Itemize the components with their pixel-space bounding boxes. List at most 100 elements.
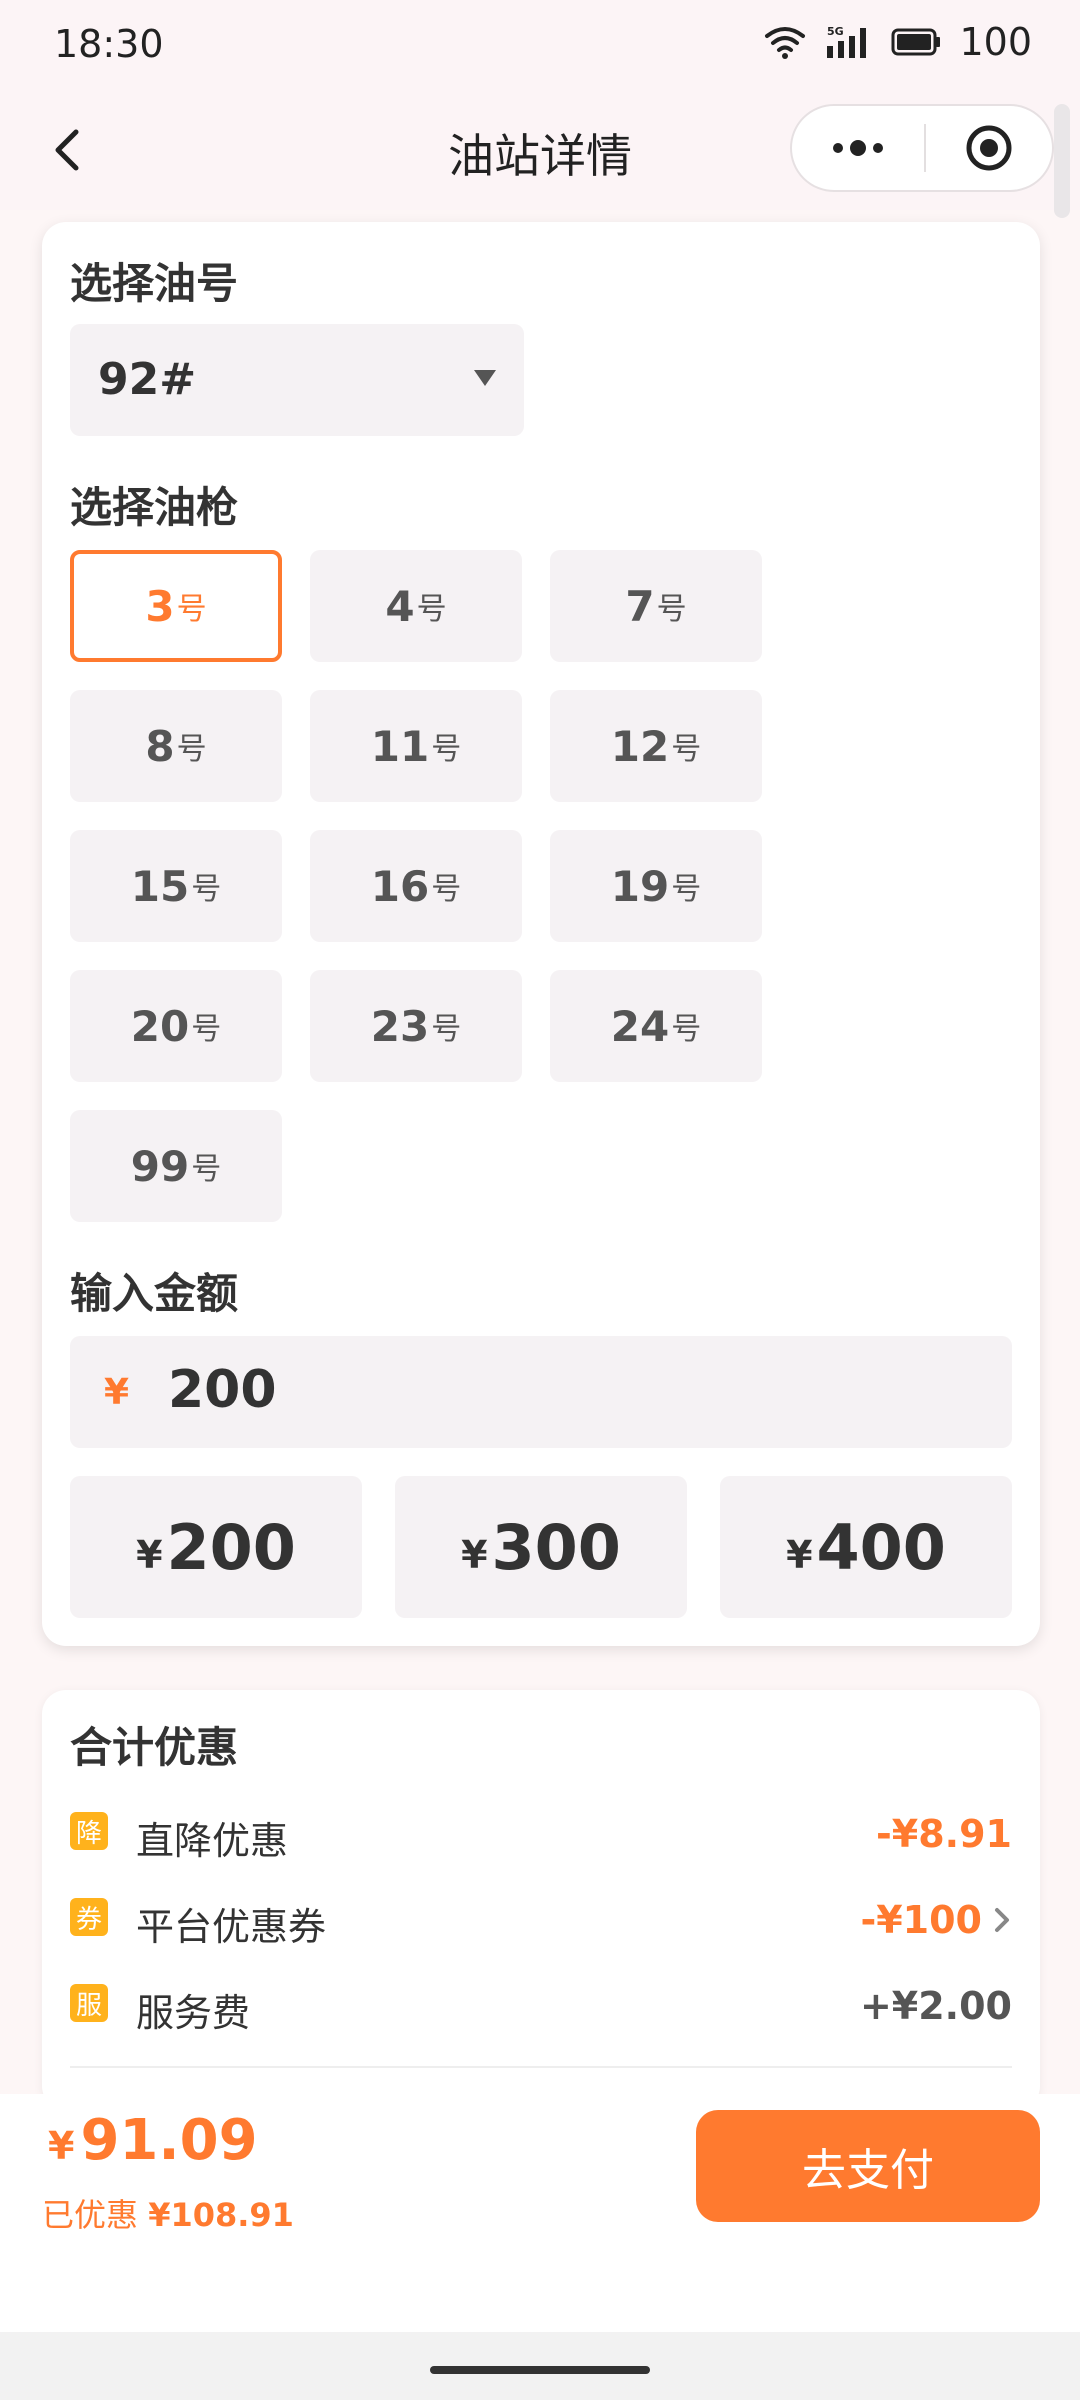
preset-currency: ¥ bbox=[136, 1533, 163, 1577]
amount-value: 200 bbox=[168, 1360, 277, 1420]
gun-number: 19 bbox=[610, 861, 670, 911]
discount-summary-card: 合计优惠 降 直降优惠 -¥8.91 券 平台优惠券 -¥100 服 服务费 +… bbox=[42, 1690, 1040, 2110]
nav-bar: 油站详情 bbox=[0, 90, 1080, 210]
wifi-icon bbox=[765, 27, 806, 59]
currency-symbol: ¥ bbox=[104, 1372, 130, 1413]
service-value: +¥2.00 bbox=[859, 1984, 1012, 2028]
gun-suffix: 号 bbox=[191, 1152, 222, 1187]
gun-suffix: 号 bbox=[431, 872, 462, 907]
discount-section-title: 合计优惠 bbox=[70, 1723, 239, 1772]
gun-option-3[interactable]: 3号 bbox=[70, 550, 282, 662]
discount-label: 直降优惠 bbox=[136, 1819, 289, 1863]
platform-coupon-row[interactable]: 券 平台优惠券 -¥100 bbox=[70, 1894, 1012, 1949]
close-button[interactable] bbox=[926, 106, 1052, 190]
gun-number: 8 bbox=[145, 721, 175, 771]
checkout-bar: ¥91.09 已优惠 ¥108.91 去支付 bbox=[0, 2094, 1080, 2332]
gun-option-4[interactable]: 4号 bbox=[310, 550, 522, 662]
target-close-icon bbox=[966, 125, 1012, 171]
gun-number: 12 bbox=[610, 721, 670, 771]
gun-option-7[interactable]: 7号 bbox=[550, 550, 762, 662]
preset-amount-300[interactable]: ¥300 bbox=[395, 1476, 687, 1618]
gun-section-title: 选择油枪 bbox=[70, 483, 239, 532]
coupon-badge: 券 bbox=[70, 1898, 108, 1936]
gun-suffix: 号 bbox=[671, 1012, 702, 1047]
gun-suffix: 号 bbox=[176, 592, 207, 627]
gun-number: 20 bbox=[130, 1001, 190, 1051]
gun-option-8[interactable]: 8号 bbox=[70, 690, 282, 802]
gun-suffix: 号 bbox=[191, 1012, 222, 1047]
gun-option-99[interactable]: 99 号 bbox=[70, 1110, 282, 1222]
dropdown-triangle-icon bbox=[474, 370, 496, 386]
amount-input[interactable]: ¥ 200 bbox=[70, 1336, 1012, 1448]
home-indicator-area bbox=[0, 2332, 1080, 2400]
discount-badge: 降 bbox=[70, 1812, 108, 1850]
direct-discount-row: 降 直降优惠 -¥8.91 bbox=[70, 1808, 1012, 1863]
scrollbar[interactable] bbox=[1054, 104, 1070, 218]
divider bbox=[70, 2066, 1012, 2068]
gun-option-12[interactable]: 12 号 bbox=[550, 690, 762, 802]
gun-number: 15 bbox=[130, 861, 190, 911]
preset-amount-200[interactable]: ¥200 bbox=[70, 1476, 362, 1618]
saved-label: 已优惠 bbox=[42, 2196, 139, 2234]
service-fee-row: 服 服务费 +¥2.00 bbox=[70, 1980, 1012, 2035]
gun-suffix: 号 bbox=[416, 592, 447, 627]
service-badge: 服 bbox=[70, 1984, 108, 2022]
gun-number: 23 bbox=[370, 1001, 430, 1051]
total-price: ¥91.09 bbox=[48, 2108, 258, 2173]
signal-5g-icon: 5G bbox=[827, 25, 867, 58]
gun-suffix: 号 bbox=[191, 872, 222, 907]
total-currency: ¥ bbox=[48, 2124, 75, 2168]
gun-number: 7 bbox=[625, 581, 655, 631]
gun-option-11[interactable]: 11 号 bbox=[310, 690, 522, 802]
saved-value: ¥108.91 bbox=[148, 2196, 294, 2234]
gun-number: 3 bbox=[145, 581, 175, 631]
chevron-right-icon bbox=[995, 1908, 1009, 1932]
status-bar: 18:30 5G 100 bbox=[0, 0, 1080, 90]
mini-program-capsule bbox=[790, 104, 1054, 192]
gun-option-19[interactable]: 19 号 bbox=[550, 830, 762, 942]
total-amount: 91.09 bbox=[80, 2108, 258, 2173]
gun-suffix: 号 bbox=[176, 732, 207, 767]
discount-value: -¥8.91 bbox=[876, 1812, 1012, 1856]
gun-suffix: 号 bbox=[656, 592, 687, 627]
gun-number: 4 bbox=[385, 581, 415, 631]
gun-number: 11 bbox=[370, 721, 430, 771]
preset-value: 300 bbox=[491, 1510, 621, 1584]
gun-option-23[interactable]: 23 号 bbox=[310, 970, 522, 1082]
gun-suffix: 号 bbox=[431, 1012, 462, 1047]
gun-number: 24 bbox=[610, 1001, 670, 1051]
gun-number: 99 bbox=[130, 1141, 190, 1191]
status-icons: 5G 100 bbox=[763, 20, 1032, 64]
coupon-label: 平台优惠券 bbox=[136, 1905, 327, 1949]
order-form-card: 选择油号 92# 选择油枪 3号 4号 7号 8号 11 号 12 号 15 号 16… bbox=[42, 222, 1040, 1646]
battery-icon bbox=[891, 28, 941, 56]
saved-amount: 已优惠 ¥108.91 bbox=[42, 2190, 294, 2236]
fuel-grade-value: 92# bbox=[98, 354, 197, 405]
gun-option-16[interactable]: 16 号 bbox=[310, 830, 522, 942]
fuel-grade-select[interactable]: 92# bbox=[70, 324, 524, 436]
home-indicator[interactable] bbox=[430, 2366, 650, 2374]
status-time: 18:30 bbox=[54, 22, 164, 66]
preset-amount-400[interactable]: ¥400 bbox=[720, 1476, 1012, 1618]
gun-suffix: 号 bbox=[671, 872, 702, 907]
battery-level: 100 bbox=[959, 20, 1032, 64]
preset-value: 200 bbox=[166, 1510, 296, 1584]
more-dots-icon bbox=[833, 140, 883, 156]
network-label: 5G bbox=[827, 25, 844, 38]
fuel-section-title: 选择油号 bbox=[70, 259, 239, 308]
gun-option-20[interactable]: 20 号 bbox=[70, 970, 282, 1082]
pay-button[interactable]: 去支付 bbox=[696, 2110, 1040, 2222]
more-button[interactable] bbox=[792, 106, 924, 190]
gun-number: 16 bbox=[370, 861, 430, 911]
preset-currency: ¥ bbox=[786, 1533, 813, 1577]
gun-suffix: 号 bbox=[671, 732, 702, 767]
preset-currency: ¥ bbox=[461, 1533, 488, 1577]
back-arrow-icon[interactable] bbox=[40, 120, 100, 180]
coupon-value: -¥100 bbox=[860, 1898, 982, 1942]
gun-suffix: 号 bbox=[431, 732, 462, 767]
amount-section-title: 输入金额 bbox=[70, 1269, 239, 1318]
gun-option-15[interactable]: 15 号 bbox=[70, 830, 282, 942]
gun-option-24[interactable]: 24 号 bbox=[550, 970, 762, 1082]
service-label: 服务费 bbox=[136, 1991, 251, 2035]
preset-value: 400 bbox=[816, 1510, 946, 1584]
